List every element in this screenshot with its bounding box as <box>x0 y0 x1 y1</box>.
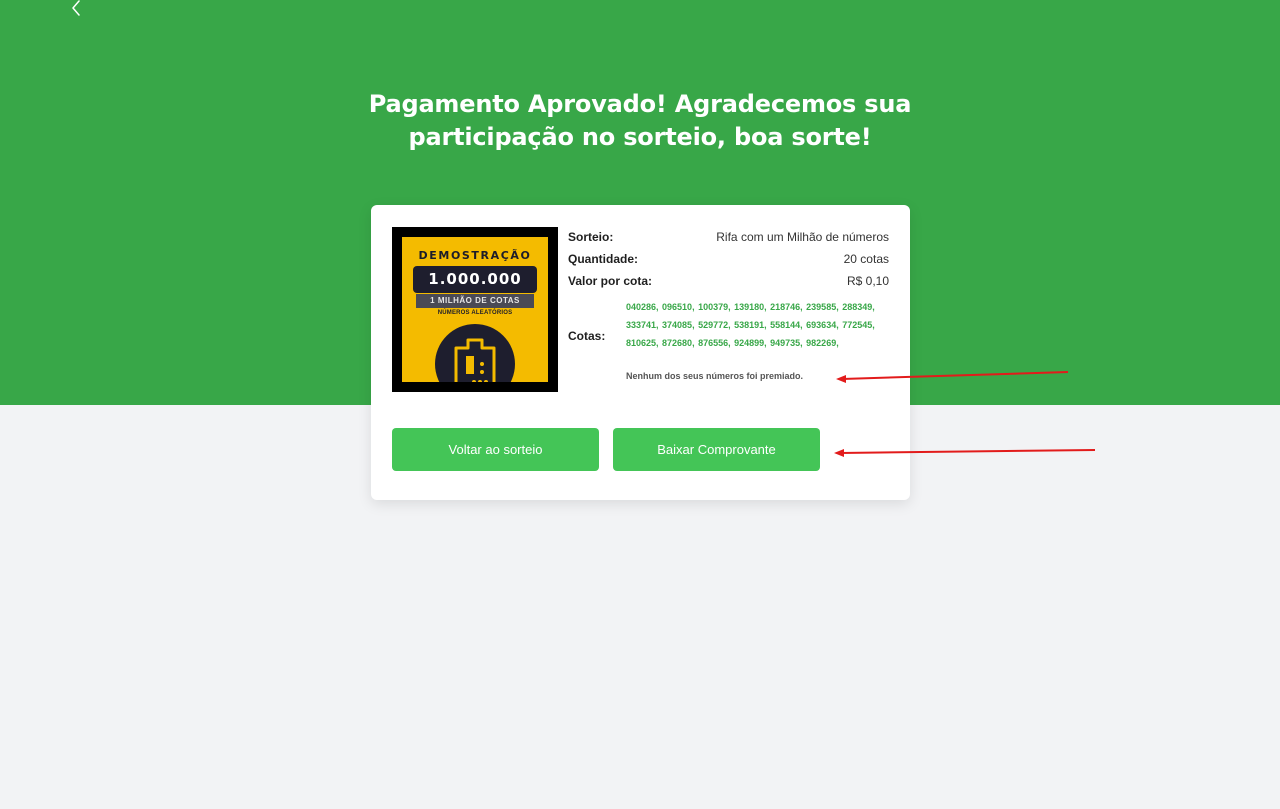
thumbnail-count: 1.000.000 <box>413 266 537 293</box>
cotas-numbers: 040286, 096510, 100379, 139180, 218746, … <box>626 302 875 348</box>
sorteio-value: Rifa com um Milhão de números <box>716 230 889 244</box>
download-receipt-button[interactable]: Baixar Comprovante <box>613 428 820 471</box>
thumbnail-random-text: NÚMEROS ALEATÓRIOS <box>437 310 513 316</box>
quantidade-label: Quantidade: <box>568 252 639 266</box>
cotas-section: Cotas: 040286, 096510, 100379, 139180, 2… <box>568 295 889 391</box>
thumbnail-demo-text: DEMOSTRAÇÃO <box>418 249 532 262</box>
quantidade-row: Quantidade: 20 cotas <box>568 251 889 273</box>
no-prize-message: Nenhum dos seus números foi premiado. <box>626 371 804 381</box>
order-card: DEMOSTRAÇÃO 1.000.000 1 MILHÃO DE COTAS … <box>371 205 910 500</box>
back-button[interactable] <box>66 0 86 18</box>
valor-value: R$ 0,10 <box>846 274 889 288</box>
ticket-icon <box>454 338 496 382</box>
raffle-thumbnail: DEMOSTRAÇÃO 1.000.000 1 MILHÃO DE COTAS … <box>392 227 558 392</box>
sorteio-label: Sorteio: <box>568 230 614 244</box>
valor-row: Valor por cota: R$ 0,10 <box>568 273 889 295</box>
cotas-label: Cotas: <box>568 329 606 343</box>
valor-label: Valor por cota: <box>568 274 653 288</box>
thumbnail-million-text: 1 MILHÃO DE COTAS <box>416 294 534 308</box>
chevron-left-icon <box>72 0 80 16</box>
sorteio-row: Sorteio: Rifa com um Milhão de números <box>568 229 889 251</box>
thumbnail-badge <box>435 324 515 382</box>
page-title: Pagamento Aprovado! Agradecemos sua part… <box>368 90 912 151</box>
quantidade-value: 20 cotas <box>843 252 889 266</box>
back-to-raffle-button[interactable]: Voltar ao sorteio <box>392 428 599 471</box>
order-details: Sorteio: Rifa com um Milhão de números Q… <box>568 229 889 391</box>
